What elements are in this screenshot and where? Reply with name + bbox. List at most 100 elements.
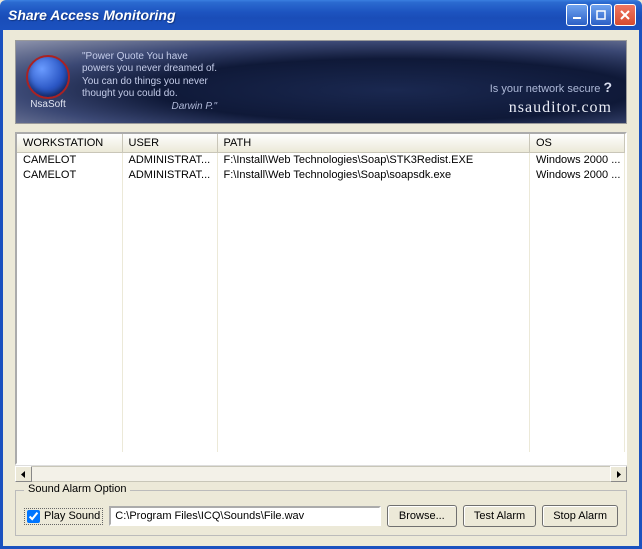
cell-workstation <box>17 317 122 332</box>
chevron-left-icon <box>20 471 27 478</box>
table-row <box>17 362 625 377</box>
maximize-icon <box>596 10 606 20</box>
cell-user <box>122 182 217 197</box>
cell-user <box>122 272 217 287</box>
cell-os <box>530 362 625 377</box>
table-row <box>17 392 625 407</box>
cell-user: ADMINISTRAT... <box>122 167 217 182</box>
maximize-button[interactable] <box>590 4 612 26</box>
cell-path <box>217 317 530 332</box>
cell-os <box>530 227 625 242</box>
cell-os <box>530 272 625 287</box>
grid[interactable]: WORKSTATION USER PATH OS CAMELOTADMINIST… <box>15 132 627 465</box>
cell-workstation <box>17 242 122 257</box>
close-button[interactable] <box>614 4 636 26</box>
cell-user <box>122 377 217 392</box>
table-row <box>17 182 625 197</box>
table-body: CAMELOTADMINISTRAT...F:\Install\Web Tech… <box>17 152 625 452</box>
cell-os <box>530 392 625 407</box>
cell-workstation <box>17 407 122 422</box>
cell-os <box>530 347 625 362</box>
table-row <box>17 197 625 212</box>
cell-path <box>217 257 530 272</box>
stop-alarm-button[interactable]: Stop Alarm <box>542 505 618 527</box>
cell-user <box>122 287 217 302</box>
col-user[interactable]: USER <box>122 134 217 152</box>
cell-path <box>217 407 530 422</box>
cell-workstation <box>17 182 122 197</box>
cell-workstation <box>17 332 122 347</box>
titlebar[interactable]: Share Access Monitoring <box>0 0 642 30</box>
cell-path: F:\Install\Web Technologies\Soap\soapsdk… <box>217 167 530 182</box>
cell-workstation <box>17 392 122 407</box>
cell-user <box>122 302 217 317</box>
cell-user <box>122 257 217 272</box>
cell-path <box>217 197 530 212</box>
quote-line: thought you could do. <box>82 88 217 101</box>
cell-path <box>217 302 530 317</box>
cell-os <box>530 407 625 422</box>
cell-os <box>530 182 625 197</box>
cell-path: F:\Install\Web Technologies\Soap\STK3Red… <box>217 152 530 167</box>
quote-line: You can do things you never <box>82 76 217 89</box>
table-row <box>17 407 625 422</box>
grid-container: WORKSTATION USER PATH OS CAMELOTADMINIST… <box>15 132 627 482</box>
table-row <box>17 212 625 227</box>
window-controls <box>566 4 636 26</box>
tagline-qmark: ? <box>603 79 612 95</box>
tagline: Is your network secure ? <box>490 79 612 95</box>
col-path[interactable]: PATH <box>217 134 530 152</box>
cell-workstation: CAMELOT <box>17 152 122 167</box>
banner: NsaSoft "Power Quote You have powers you… <box>15 40 627 124</box>
table-row <box>17 332 625 347</box>
cell-workstation <box>17 437 122 452</box>
table-row <box>17 227 625 242</box>
globe-logo-icon <box>26 55 70 99</box>
cell-path <box>217 377 530 392</box>
cell-workstation <box>17 272 122 287</box>
groupbox-legend: Sound Alarm Option <box>24 483 130 495</box>
cell-user <box>122 392 217 407</box>
cell-workstation <box>17 347 122 362</box>
cell-user <box>122 347 217 362</box>
scrollbar-track[interactable] <box>32 466 610 482</box>
table-row[interactable]: CAMELOTADMINISTRAT...F:\Install\Web Tech… <box>17 167 625 182</box>
cell-workstation <box>17 377 122 392</box>
tagline-text: Is your network secure <box>490 83 601 95</box>
cell-workstation <box>17 302 122 317</box>
cell-os <box>530 302 625 317</box>
minimize-button[interactable] <box>566 4 588 26</box>
cell-user <box>122 317 217 332</box>
col-workstation[interactable]: WORKSTATION <box>17 134 122 152</box>
cell-path <box>217 347 530 362</box>
browse-button[interactable]: Browse... <box>387 505 457 527</box>
cell-os <box>530 437 625 452</box>
close-icon <box>620 10 630 20</box>
quote-line: powers you never dreamed of. <box>82 63 217 76</box>
cell-workstation: CAMELOT <box>17 167 122 182</box>
col-os[interactable]: OS <box>530 134 625 152</box>
test-alarm-button[interactable]: Test Alarm <box>463 505 536 527</box>
cell-path <box>217 422 530 437</box>
cell-user <box>122 242 217 257</box>
cell-os <box>530 197 625 212</box>
play-sound-checkbox[interactable] <box>27 510 40 523</box>
cell-path <box>217 392 530 407</box>
cell-user: ADMINISTRAT... <box>122 152 217 167</box>
sound-alarm-groupbox: Sound Alarm Option Play Sound Browse... … <box>15 490 627 536</box>
play-sound-label: Play Sound <box>44 510 100 522</box>
cell-os <box>530 422 625 437</box>
horizontal-scrollbar[interactable] <box>15 465 627 482</box>
table-row <box>17 302 625 317</box>
table-row <box>17 242 625 257</box>
table-row[interactable]: CAMELOTADMINISTRAT...F:\Install\Web Tech… <box>17 152 625 167</box>
minimize-icon <box>572 10 582 20</box>
banner-right: Is your network secure ? nsauditor.com <box>490 47 612 117</box>
data-table: WORKSTATION USER PATH OS CAMELOTADMINIST… <box>17 134 625 452</box>
cell-user <box>122 212 217 227</box>
table-row <box>17 257 625 272</box>
scroll-right-button[interactable] <box>610 466 627 482</box>
scroll-left-button[interactable] <box>15 466 32 482</box>
play-sound-checkbox-wrap[interactable]: Play Sound <box>24 508 103 525</box>
sound-path-input[interactable] <box>109 506 381 526</box>
